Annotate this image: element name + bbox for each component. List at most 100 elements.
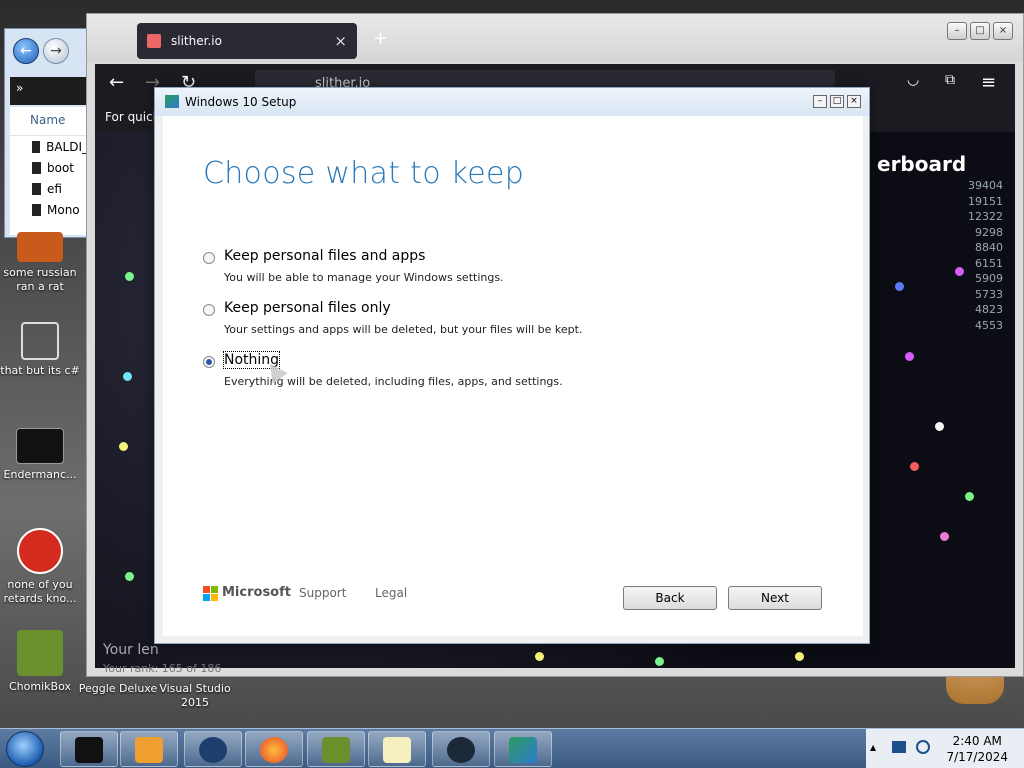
clock[interactable]: 2:40 AM 7/17/2024 [946, 733, 1008, 765]
leaderboard-title: erboard [877, 152, 967, 176]
explorer-nav: ← → [5, 29, 87, 73]
desktop-icon-enderman[interactable]: Endermanc... [0, 428, 80, 482]
desktop-icon-csharp[interactable]: that but its c# [0, 322, 80, 378]
dinosaur-icon [17, 528, 63, 574]
food-dot [535, 652, 544, 661]
clock-date: 7/17/2024 [946, 750, 1008, 764]
taskbar-app-media[interactable] [120, 731, 178, 767]
setup-app-icon [165, 95, 179, 108]
forward-arrow-icon[interactable]: → [43, 38, 69, 64]
menu-icon[interactable]: ≡ [981, 72, 996, 93]
steam-icon [447, 737, 475, 763]
desktop-icon-dino[interactable]: none of you retards kno... [0, 528, 80, 606]
radio-nothing[interactable] [203, 356, 215, 368]
back-button[interactable]: Back [623, 586, 717, 610]
option-label[interactable]: Keep personal files only [224, 300, 391, 316]
food-dot [965, 492, 974, 501]
list-item[interactable]: efi [10, 178, 88, 199]
food-dot [935, 422, 944, 431]
folder-icon [32, 140, 41, 153]
firefox-icon [260, 737, 288, 763]
option-label[interactable]: Keep personal files and apps [224, 248, 425, 264]
taskbar-app-firefox[interactable] [245, 731, 303, 767]
start-button[interactable] [6, 731, 44, 767]
close-window-button[interactable]: × [993, 22, 1013, 40]
back-icon[interactable]: ← [109, 72, 124, 93]
list-item[interactable]: boot [10, 157, 88, 178]
setup-maximize-button[interactable]: □ [830, 95, 844, 108]
desktop-icon-visual-studio[interactable]: Visual Studio 2015 [155, 682, 235, 710]
setup-minimize-button[interactable]: – [813, 95, 827, 108]
legal-link[interactable]: Legal [375, 586, 407, 600]
taskbar: ▲ 2:40 AM 7/17/2024 [0, 728, 1024, 768]
food-dot [795, 652, 804, 661]
folder-icon [32, 182, 41, 195]
explorer-file-list: Name BALDI_ boot efi Mono [10, 107, 88, 235]
food-dot [655, 657, 664, 666]
food-dot [119, 442, 128, 451]
setup-window-title: Windows 10 Setup [185, 95, 297, 109]
explorer-toolbar[interactable]: » [10, 77, 88, 105]
windows-setup-dialog: Windows 10 Setup – □ × Choose what to ke… [154, 87, 870, 644]
pocket-icon[interactable]: ◡ [907, 72, 919, 88]
maximize-button[interactable]: □ [970, 22, 990, 40]
food-dot [895, 282, 904, 291]
chevron-icon[interactable]: » [16, 81, 23, 95]
taskbar-app-chomikbox[interactable] [307, 731, 365, 767]
food-dot [940, 532, 949, 541]
show-hidden-icons-icon[interactable]: ▲ [870, 743, 876, 752]
terminal-icon [75, 737, 103, 763]
new-tab-button[interactable]: + [373, 28, 388, 49]
food-dot [123, 372, 132, 381]
list-item[interactable]: Mono [10, 199, 88, 220]
back-arrow-icon[interactable]: ← [13, 38, 39, 64]
bookmarks-text[interactable]: For quick [105, 110, 160, 124]
folder-icon [32, 203, 41, 216]
clock-time: 2:40 AM [952, 734, 1002, 748]
page-title: Choose what to keep [203, 156, 525, 191]
setup-title-bar[interactable]: Windows 10 Setup – □ × [155, 88, 869, 116]
taskbar-app-terminal[interactable] [60, 731, 118, 767]
extensions-icon[interactable]: ⧉ [945, 72, 955, 88]
globe-icon [199, 737, 227, 763]
volume-icon[interactable] [916, 740, 930, 754]
radio-keep-files-only[interactable] [203, 304, 215, 316]
list-item[interactable]: BALDI_ [10, 136, 88, 157]
taskbar-app-setup[interactable] [494, 731, 552, 767]
favicon-icon [147, 34, 161, 48]
desktop-icon-chomikbox[interactable]: ChomikBox [0, 630, 80, 694]
coffee-cup-icon [383, 737, 411, 763]
leaderboard-scores: 39404 19151 12322 9298 8840 6151 5909 57… [968, 179, 1003, 332]
tab-slither[interactable]: slither.io × [137, 23, 357, 59]
radio-keep-files-and-apps[interactable] [203, 252, 215, 264]
desktop-icon-rat[interactable]: some russian ran a rat [0, 232, 80, 294]
document-icon [16, 428, 64, 464]
food-dot [905, 352, 914, 361]
food-dot [955, 267, 964, 276]
option-description: You will be able to manage your Windows … [224, 271, 504, 284]
option-description: Your settings and apps will be deleted, … [224, 323, 583, 336]
snake-rank-text: Your rank: 165 of 186 [103, 662, 222, 675]
setup-close-button[interactable]: × [847, 95, 861, 108]
folder-icon [32, 161, 41, 174]
app-icon [17, 232, 63, 262]
food-dot [125, 272, 134, 281]
explorer-window[interactable]: ← → » Name BALDI_ boot efi Mono [4, 28, 88, 238]
microsoft-logo-icon [203, 586, 218, 601]
media-player-icon [135, 737, 163, 763]
support-link[interactable]: Support [299, 586, 346, 600]
minimize-button[interactable]: – [947, 22, 967, 40]
network-icon[interactable] [892, 741, 906, 753]
hamster-icon [322, 737, 350, 763]
column-header-name[interactable]: Name [10, 107, 88, 136]
close-tab-icon[interactable]: × [334, 32, 347, 50]
hamster-icon [17, 630, 63, 676]
next-button[interactable]: Next [728, 586, 822, 610]
system-tray: ▲ 2:40 AM 7/17/2024 [866, 729, 1024, 768]
tab-strip: slither.io × + – □ × [87, 14, 1023, 62]
desktop-icon-peggle[interactable]: Peggle Deluxe [78, 682, 158, 696]
taskbar-app-steam[interactable] [432, 731, 490, 767]
taskbar-app-java[interactable] [368, 731, 426, 767]
taskbar-app-globe[interactable] [184, 731, 242, 767]
food-dot [125, 572, 134, 581]
